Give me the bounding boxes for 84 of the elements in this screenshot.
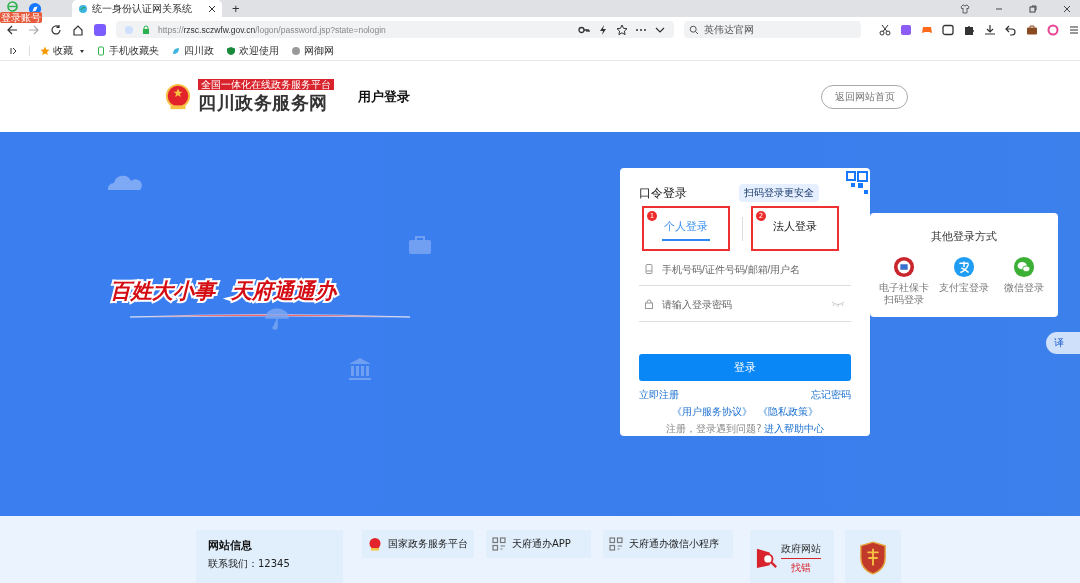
other-login-title: 其他登录方式: [931, 229, 997, 244]
globe-icon: [291, 46, 301, 56]
wechat-icon: [1013, 256, 1035, 278]
translate-button[interactable]: 译: [1046, 332, 1080, 354]
qr-code-icon: [492, 537, 506, 551]
lock-icon: [644, 299, 654, 310]
footer-link[interactable]: 天府通办微信小程序: [603, 530, 733, 558]
login-title: 口令登录: [639, 184, 687, 202]
national-emblem-icon: [164, 82, 192, 111]
star-icon[interactable]: [616, 23, 628, 36]
register-link[interactable]: 立即注册: [639, 388, 679, 402]
puzzle-icon[interactable]: [963, 23, 975, 36]
site-name: 四川政务服务网: [198, 90, 328, 115]
bank-icon: [348, 357, 372, 381]
reload-icon[interactable]: [50, 23, 62, 36]
login-tab[interactable]: 个人登录: [662, 216, 710, 241]
star-icon: [40, 46, 50, 56]
back-icon[interactable]: [6, 23, 18, 36]
footer-link[interactable]: 天府通办APP: [486, 530, 591, 558]
bookmark-item[interactable]: 手机收藏夹: [96, 44, 159, 58]
phone-icon: [96, 46, 106, 56]
forgot-password-link[interactable]: 忘记密码: [811, 388, 851, 402]
bookmark-item[interactable]: 四川政: [171, 44, 214, 58]
scissors-icon[interactable]: [879, 23, 891, 36]
login-tab[interactable]: 法人登录: [771, 216, 819, 241]
site-info-title: 网站信息: [208, 538, 253, 553]
input-field[interactable]: 请输入登录密码: [662, 298, 823, 310]
color-ring-icon[interactable]: [1047, 23, 1059, 36]
page-title: 用户登录: [358, 87, 410, 106]
site-info-item: 联系我们：12345: [208, 557, 291, 571]
qr-hint-bubble[interactable]: 扫码登录更安全: [739, 184, 819, 202]
close-window-icon[interactable]: [1062, 3, 1072, 14]
login-method[interactable]: 电子社保卡扫码登录: [875, 256, 933, 306]
caret-icon[interactable]: [80, 49, 84, 53]
input-field[interactable]: 手机号码/证件号码/邮箱/用户名: [662, 263, 851, 275]
login-badge[interactable]: 登录账号: [0, 12, 42, 23]
menu-icon[interactable]: [1068, 23, 1080, 36]
badge-seal-icon: [893, 256, 915, 278]
report-title: 政府网站: [781, 541, 821, 559]
agreement-link[interactable]: 《用户服务协议》: [672, 405, 752, 419]
lock-icon: [141, 24, 151, 35]
help-center-link[interactable]: 进入帮助中心: [763, 422, 824, 436]
leaf-icon: [171, 46, 181, 56]
bookmark-item[interactable]: 收藏: [40, 44, 84, 58]
login-method[interactable]: 支付宝登录: [935, 256, 993, 306]
undo-icon[interactable]: [1005, 23, 1017, 36]
report-subtitle: 找错: [791, 560, 811, 575]
shield-emblem-icon: [859, 541, 887, 575]
magnifier-flag-icon: [756, 547, 778, 569]
footer-link[interactable]: 国家政务服务平台: [362, 530, 474, 558]
umbrella-icon: [265, 308, 289, 330]
reader-icon[interactable]: [942, 23, 954, 36]
national-emblem-icon: [368, 537, 382, 551]
slogan-text: 天府通通办: [231, 277, 336, 305]
home-icon[interactable]: [72, 23, 84, 36]
briefcase-icon: [408, 235, 432, 255]
phone-icon: [644, 264, 654, 275]
qr-code-icon: [609, 537, 623, 551]
search-field[interactable]: 英伟达官网: [684, 21, 861, 38]
login-button[interactable]: 登录: [639, 353, 851, 381]
shirt-icon[interactable]: [960, 3, 970, 14]
home-button[interactable]: 返回网站首页: [821, 84, 908, 109]
agreement-link[interactable]: 《隐私政策》: [758, 405, 818, 419]
alipay-icon: [953, 256, 975, 278]
login-method[interactable]: 微信登录: [995, 256, 1053, 306]
new-tab-button[interactable]: +: [230, 1, 242, 16]
download-icon[interactable]: [984, 23, 996, 36]
shield-icon: [226, 46, 236, 56]
bookmark-item[interactable]: 网御网: [291, 44, 334, 58]
tab-title: 统一身份认证网关系统: [92, 1, 193, 16]
report-error-card[interactable]: 政府网站 找错: [750, 530, 834, 583]
site-favicon-icon: [78, 3, 88, 14]
sidebar-toggle-icon[interactable]: [9, 46, 19, 56]
party-badge-card[interactable]: [845, 530, 901, 583]
url-text: https://rzsc.sczwfw.gov.cn/logon/password.jsp?state=nologin: [158, 24, 386, 35]
restore-icon[interactable]: [1028, 3, 1038, 14]
bookmark-item[interactable]: 欢迎使用: [226, 44, 279, 58]
address-bar[interactable]: https://rzsc.sczwfw.gov.cn/logon/password.jsp?state=nologin: [116, 21, 674, 38]
browser-tab[interactable]: 统一身份认证网关系统: [72, 0, 222, 17]
close-icon[interactable]: [208, 4, 216, 13]
briefcase-icon[interactable]: [1026, 23, 1038, 36]
help-text: 注册，登录遇到问题?: [666, 422, 762, 436]
lightning-icon[interactable]: [597, 23, 609, 36]
platform-tag: 全国一体化在线政务服务平台: [198, 78, 334, 90]
